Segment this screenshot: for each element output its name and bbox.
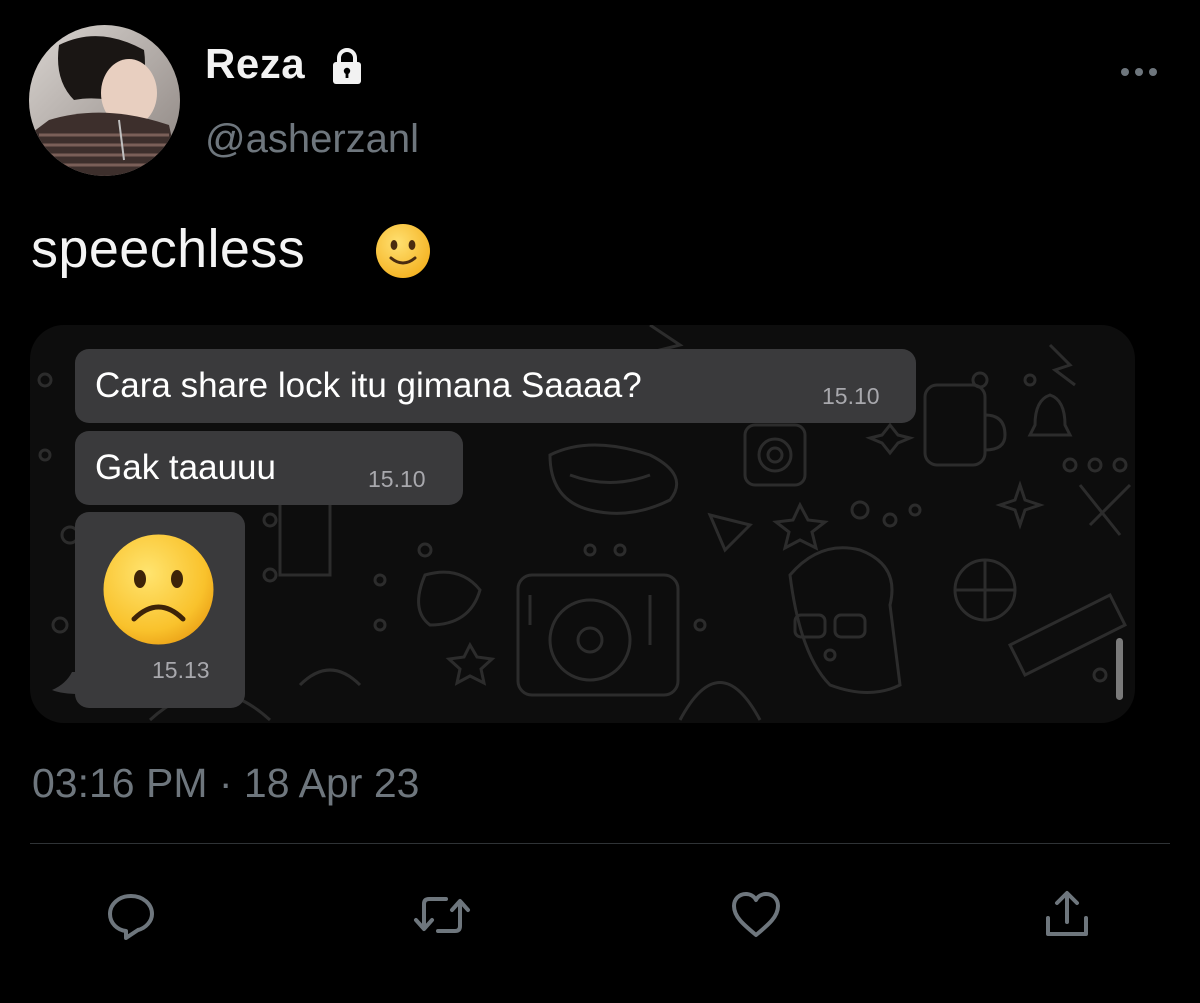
slightly-smiling-face-emoji (376, 224, 430, 278)
chat-message: Gak taauuu 15.10 (75, 431, 463, 505)
message-time: 15.10 (822, 383, 880, 409)
tweet-timestamp[interactable]: 03:16 PM · 18 Apr 23 (32, 760, 419, 807)
divider (30, 843, 1170, 844)
like-button[interactable] (726, 885, 786, 945)
reply-icon (108, 894, 154, 940)
reply-button[interactable] (101, 885, 161, 945)
media-attachment[interactable]: Cara share lock itu gimana Saaaa? 15.10 … (30, 325, 1135, 723)
user-handle[interactable]: @asherzanl (205, 117, 419, 162)
message-time: 15.10 (368, 466, 426, 492)
message-text: Cara share lock itu gimana Saaaa? (95, 366, 642, 405)
frowning-face-emoji (103, 534, 214, 645)
share-button[interactable] (1037, 885, 1097, 945)
message-text: Gak taauuu (95, 448, 276, 487)
chat-scrollbar[interactable] (1116, 638, 1123, 700)
lock-icon (333, 48, 361, 84)
chat-message: 15.13 (75, 512, 245, 708)
like-icon (732, 892, 780, 937)
more-horizontal-icon[interactable] (1118, 62, 1160, 82)
display-name[interactable]: Reza (205, 40, 305, 88)
tweet-text: speechless (31, 219, 306, 279)
chat-message: Cara share lock itu gimana Saaaa? 15.10 (75, 349, 916, 423)
avatar-photo (29, 25, 180, 176)
retweet-button[interactable] (412, 885, 472, 945)
retweet-icon (414, 897, 470, 933)
message-time: 15.13 (152, 657, 210, 683)
avatar[interactable] (29, 25, 180, 176)
share-icon (1046, 891, 1088, 936)
